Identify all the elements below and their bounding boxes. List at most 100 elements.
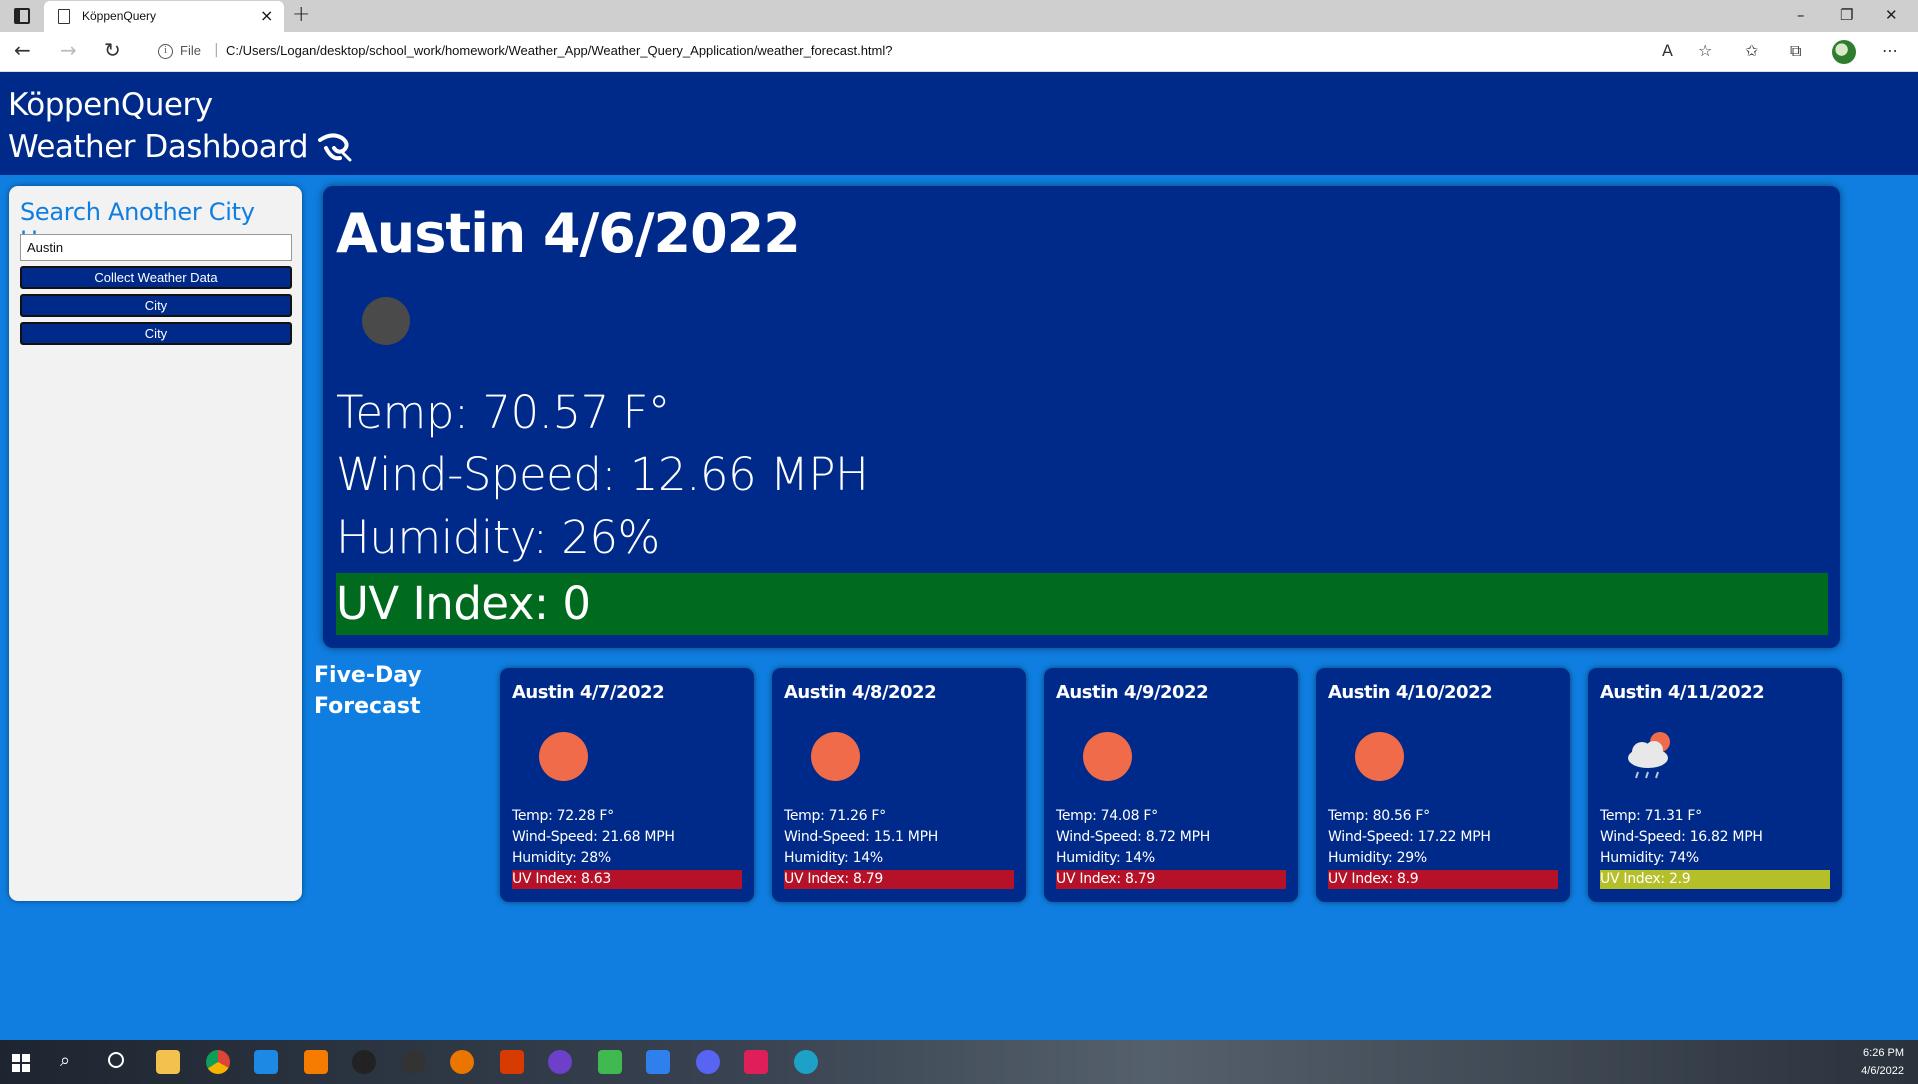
media-player-icon[interactable] [352, 1050, 376, 1074]
collections-icon[interactable]: ⧉ [1790, 41, 1801, 61]
favorite-star-icon[interactable]: ☆ [1698, 41, 1712, 60]
refresh-icon[interactable]: ↻ [104, 38, 121, 62]
forecast-temp: Temp: 71.31 F° [1600, 808, 1702, 824]
back-icon[interactable]: ← [14, 38, 31, 62]
app-title: KöppenQuery [8, 87, 213, 123]
app-subtitle: Weather Dashboard [8, 129, 309, 165]
chrome-icon[interactable] [206, 1050, 230, 1074]
sun-icon [1083, 732, 1132, 781]
file-explorer-icon[interactable] [156, 1050, 180, 1074]
forecast-card: Austin 4/9/2022 Temp: 74.08 F° Wind-Spee… [1044, 668, 1298, 902]
minimize-button[interactable]: – [1797, 6, 1805, 24]
forecast-humidity: Humidity: 29% [1328, 850, 1427, 866]
page-icon [58, 9, 70, 24]
blender-icon[interactable] [450, 1050, 474, 1074]
cortana-icon[interactable] [108, 1052, 124, 1068]
forward-icon[interactable]: → [60, 38, 77, 62]
search-panel: Search Another City Here Collect Weather… [9, 186, 302, 901]
current-city-date: Austin 4/6/2022 [336, 202, 801, 265]
forecast-humidity: Humidity: 14% [1056, 850, 1155, 866]
obs-icon[interactable] [402, 1050, 426, 1074]
close-window-button[interactable]: ✕ [1885, 6, 1898, 24]
current-uv-index: UV Index: 0 [336, 573, 1828, 635]
tab-title: KöppenQuery [82, 9, 157, 23]
git-icon[interactable] [598, 1050, 622, 1074]
app-icon[interactable] [304, 1050, 328, 1074]
forecast-temp: Temp: 80.56 F° [1328, 808, 1430, 824]
forecast-heading-line2: Forecast [314, 694, 421, 719]
forecast-uv-index: UV Index: 8.79 [1056, 870, 1286, 889]
url-scheme-label: File [180, 43, 201, 58]
forecast-heading-line1: Five-Day [314, 663, 422, 688]
forecast-heading: Five-Day Forecast [314, 660, 422, 722]
history-city-button[interactable]: City [20, 322, 292, 345]
url-field[interactable]: i File | C:/Users/Logan/desktop/school_w… [146, 39, 1666, 65]
discord-icon[interactable] [696, 1050, 720, 1074]
favorites-icon[interactable]: ✩ [1745, 41, 1758, 60]
forecast-wind: Wind-Speed: 15.1 MPH [784, 829, 938, 845]
forecast-wind: Wind-Speed: 17.22 MPH [1328, 829, 1491, 845]
forecast-humidity: Humidity: 74% [1600, 850, 1699, 866]
taskbar: ⌕ 6:26 PM 4/6/2022 [0, 1040, 1918, 1084]
url-separator: | [214, 42, 219, 58]
forecast-wind: Wind-Speed: 8.72 MPH [1056, 829, 1210, 845]
brand: KöppenQuery Weather Dashboard [8, 84, 352, 168]
forecast-wind: Wind-Speed: 16.82 MPH [1600, 829, 1763, 845]
app-icon[interactable] [254, 1050, 278, 1074]
tab-close-icon[interactable]: × [260, 6, 273, 25]
current-wind: Wind-Speed: 12.66 MPH [336, 448, 869, 501]
forecast-card: Austin 4/8/2022 Temp: 71.26 F° Wind-Spee… [772, 668, 1026, 902]
new-tab-button[interactable]: + [292, 2, 310, 27]
history-city-button[interactable]: City [20, 294, 292, 317]
forecast-date: Austin 4/10/2022 [1328, 682, 1493, 703]
city-search-input[interactable] [20, 234, 292, 261]
forecast-card: Austin 4/7/2022 Temp: 72.28 F° Wind-Spee… [500, 668, 754, 902]
sun-icon [539, 732, 588, 781]
forecast-card: Austin 4/11/2022 Temp: 71.31 F° Wind-Spe… [1588, 668, 1842, 902]
collect-weather-button[interactable]: Collect Weather Data [20, 266, 292, 289]
current-temp: Temp: 70.57 F° [336, 386, 670, 439]
search-icon[interactable]: ⌕ [60, 1050, 70, 1071]
tab-actions-icon[interactable] [14, 8, 30, 24]
read-aloud-icon[interactable]: A [1662, 41, 1673, 60]
vscode-icon[interactable] [646, 1050, 670, 1074]
info-icon[interactable]: i [158, 44, 173, 59]
forecast-wind: Wind-Speed: 21.68 MPH [512, 829, 675, 845]
browser-tab-bar: KöppenQuery × + – ❐ ✕ [0, 0, 1918, 32]
forecast-uv-index: UV Index: 8.79 [784, 870, 1014, 889]
edge-icon[interactable] [794, 1050, 818, 1074]
sun-icon [1355, 732, 1404, 781]
github-desktop-icon[interactable] [548, 1050, 572, 1074]
forecast-temp: Temp: 72.28 F° [512, 808, 614, 824]
restore-button[interactable]: ❐ [1840, 6, 1853, 24]
forecast-date: Austin 4/9/2022 [1056, 682, 1209, 703]
forecast-date: Austin 4/7/2022 [512, 682, 665, 703]
windows-start-icon[interactable] [12, 1054, 30, 1072]
sun-icon [811, 732, 860, 781]
app-header: KöppenQuery Weather Dashboard [0, 72, 1918, 175]
more-menu-icon[interactable]: ⋯ [1882, 41, 1898, 60]
clock-time: 6:26 PM [1863, 1047, 1904, 1059]
forecast-temp: Temp: 71.26 F° [784, 808, 886, 824]
cloud-rain-icon [1628, 732, 1670, 779]
profile-avatar[interactable] [1832, 40, 1856, 64]
weather-icon [362, 297, 410, 345]
forecast-uv-index: UV Index: 8.9 [1328, 870, 1558, 889]
forecast-humidity: Humidity: 14% [784, 850, 883, 866]
forecast-date: Austin 4/8/2022 [784, 682, 937, 703]
forecast-uv-index: UV Index: 8.63 [512, 870, 742, 889]
current-humidity: Humidity: 26% [336, 511, 660, 564]
current-weather-card: Austin 4/6/2022 Temp: 70.57 F° Wind-Spee… [323, 186, 1840, 648]
forecast-temp: Temp: 74.08 F° [1056, 808, 1158, 824]
url-text[interactable]: C:/Users/Logan/desktop/school_work/homew… [226, 43, 892, 58]
browser-tab[interactable]: KöppenQuery × [44, 1, 284, 32]
address-bar: ← → ↻ i File | C:/Users/Logan/desktop/sc… [0, 32, 1918, 72]
forecast-date: Austin 4/11/2022 [1600, 682, 1765, 703]
slack-icon[interactable] [744, 1050, 768, 1074]
forecast-uv-index: UV Index: 2.9 [1600, 870, 1830, 889]
office-icon[interactable] [500, 1050, 524, 1074]
forecast-humidity: Humidity: 28% [512, 850, 611, 866]
forecast-card: Austin 4/10/2022 Temp: 80.56 F° Wind-Spe… [1316, 668, 1570, 902]
system-clock[interactable]: 6:26 PM 4/6/2022 [1861, 1044, 1904, 1080]
wind-icon [318, 133, 352, 162]
